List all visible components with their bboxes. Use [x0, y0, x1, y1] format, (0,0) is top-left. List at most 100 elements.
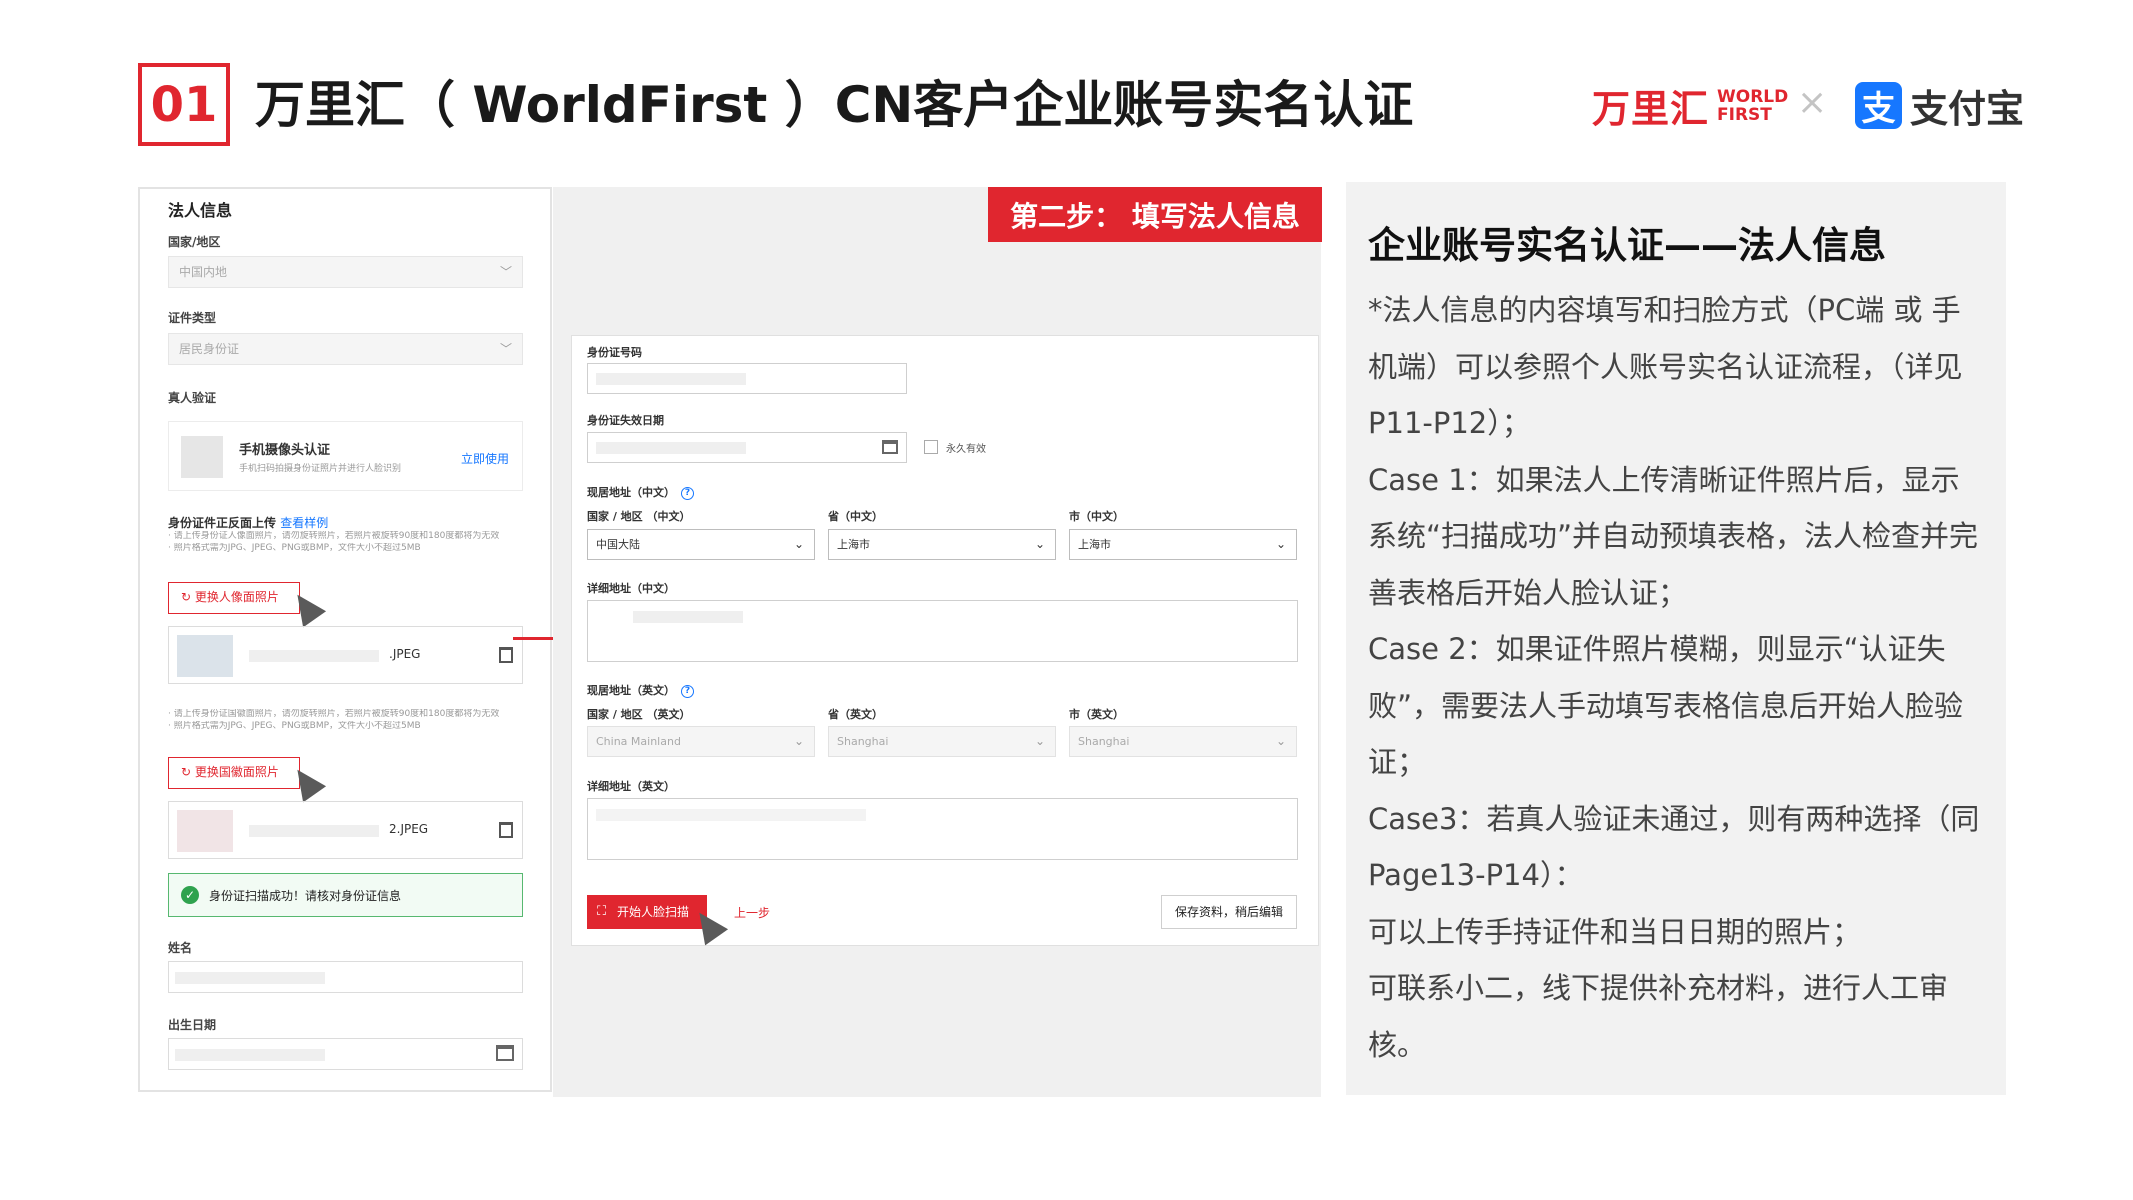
city-cn-select[interactable]: 上海市 ⌄: [1069, 529, 1297, 560]
chevron-down-icon: ⌄: [1275, 537, 1286, 551]
trash-icon[interactable]: [499, 647, 513, 663]
times-icon: ×: [1797, 82, 1828, 123]
dob-label: 出生日期: [168, 1018, 217, 1032]
emblem-file-name: 2.JPEG: [389, 822, 429, 836]
emblem-file-card: 2.JPEG: [168, 801, 523, 859]
country-en-value: China Mainland: [596, 735, 681, 748]
id-portrait-thumbnail: [177, 635, 233, 677]
chevron-down-icon: ﹀: [499, 265, 512, 279]
address-cn-label: 现居地址（中文）: [587, 486, 675, 499]
camera-thumbnail: [181, 436, 223, 478]
province-en-select[interactable]: Shanghai ⌄: [828, 726, 1056, 757]
start-face-scan-button[interactable]: ⛶ 开始人脸扫描: [587, 895, 707, 929]
id-expiry-label: 身份证失效日期: [587, 414, 664, 427]
upload-note-3: · 请上传身份证国徽面照片，请勿旋转照片，若照片被旋转90度和180度都将为无效: [168, 709, 500, 719]
worldfirst-logo-cn: 万里汇: [1592, 87, 1710, 131]
chevron-down-icon: ⌄: [1275, 734, 1286, 748]
worldfirst-logo-en-line2: FIRST: [1717, 104, 1772, 125]
permanent-checkbox[interactable]: [924, 440, 938, 454]
address-form-card: 身份证号码 身份证失效日期 永久有效 现居地址（中文）? 国家 / 地区 （中文…: [571, 335, 1319, 946]
explanation-paragraph: *法人信息的内容填写和扫脸方式（PC端 或 手机端）可以参照个人账号实名认证流程…: [1368, 293, 1963, 440]
view-example-link[interactable]: 查看样例: [280, 516, 328, 530]
country-en-label: 国家 / 地区 （英文）: [587, 708, 691, 721]
explanation-paragraph: 可以上传手持证件和当日日期的照片；: [1368, 914, 1862, 949]
id-emblem-thumbnail: [177, 810, 233, 852]
alipay-logo-text: 支付宝: [1910, 87, 2025, 131]
chevron-down-icon: ⌄: [793, 537, 804, 551]
upload-note-2: · 照片格式需为JPG、JPEG、PNG或BMP，文件大小不超过5MB: [168, 543, 421, 553]
upload-label: 身份证件正反面上传: [168, 516, 277, 530]
upload-note-1: · 请上传身份证人像面照片，请勿旋转照片，若照片被旋转90度和180度都将为无效: [168, 531, 500, 541]
redacted-filename: [249, 825, 379, 837]
explanation-title: 企业账号实名认证——法人信息: [1368, 224, 1886, 267]
redacted-value: [596, 809, 866, 821]
detail-cn-textarea[interactable]: [587, 600, 1298, 662]
camera-verify-card: 手机摄像头认证 手机扫码拍摄身份证照片并进行人脸识别 立即使用: [168, 421, 523, 491]
id-number-input[interactable]: [587, 363, 907, 394]
country-cn-select[interactable]: 中国大陆 ⌄: [587, 529, 815, 560]
upload-label-row: 身份证件正反面上传 查看样例: [168, 514, 328, 531]
redacted-value: [175, 1049, 325, 1061]
step-banner: 第二步： 填写法人信息: [988, 187, 1322, 242]
worldfirst-logo-en: WORLD FIRST: [1717, 88, 1788, 124]
id-type-select[interactable]: 居民身份证 ﹀: [168, 333, 523, 365]
explanation-body: *法人信息的内容填写和扫脸方式（PC端 或 手机端）可以参照个人账号实名认证流程…: [1368, 282, 1988, 1073]
address-cn-label-row: 现居地址（中文）?: [587, 484, 694, 500]
calendar-icon[interactable]: [882, 440, 898, 454]
id-number-label: 身份证号码: [587, 346, 642, 359]
start-face-scan-label: 开始人脸扫描: [617, 905, 690, 919]
replace-portrait-button[interactable]: ↻ 更换人像面照片: [168, 582, 300, 614]
id-expiry-input[interactable]: [587, 432, 907, 463]
name-input[interactable]: [168, 961, 523, 993]
help-icon[interactable]: ?: [681, 684, 694, 698]
scan-face-icon: ⛶: [597, 904, 607, 919]
explanation-paragraph: Case3：若真人验证未通过，则有两种选择（同Page13-P14）：: [1368, 801, 1980, 893]
legal-person-form-panel: 法人信息 国家/地区 中国内地 ﹀ 证件类型 居民身份证 ﹀ 真人验证 手机摄像…: [138, 187, 552, 1092]
dob-input[interactable]: [168, 1038, 523, 1070]
permanent-label: 永久有效: [946, 444, 986, 455]
city-en-select[interactable]: Shanghai ⌄: [1069, 726, 1297, 757]
country-select[interactable]: 中国内地 ﹀: [168, 256, 523, 288]
alipay-logo: 支 支付宝: [1855, 78, 2024, 133]
prev-step-link[interactable]: 上一步: [734, 904, 770, 921]
redacted-filename: [249, 650, 379, 662]
detail-cn-label: 详细地址（中文）: [587, 582, 675, 595]
country-select-value: 中国内地: [179, 265, 228, 279]
redacted-value: [596, 373, 746, 385]
chevron-down-icon: ⌄: [1034, 734, 1045, 748]
city-en-label: 市（英文）: [1069, 708, 1124, 721]
replace-emblem-button[interactable]: ↻ 更换国徽面照片: [168, 757, 300, 789]
country-cn-label: 国家 / 地区 （中文）: [587, 510, 691, 523]
portrait-file-name: .JPEG: [389, 647, 421, 661]
province-en-label: 省（英文）: [828, 708, 883, 721]
province-cn-value: 上海市: [837, 538, 870, 551]
trash-icon[interactable]: [499, 822, 513, 838]
province-en-value: Shanghai: [837, 735, 889, 748]
section-number: 01: [138, 63, 230, 146]
calendar-icon[interactable]: [496, 1045, 514, 1061]
save-later-button[interactable]: 保存资料，稍后编辑: [1161, 895, 1297, 929]
page-title: 万里汇（ WorldFirst ）CN客户企业账号实名认证: [255, 76, 1414, 134]
detail-en-textarea[interactable]: [587, 798, 1298, 860]
help-icon[interactable]: ?: [681, 486, 694, 500]
id-type-select-value: 居民身份证: [179, 342, 240, 356]
refresh-icon: ↻: [181, 590, 192, 604]
scan-success-text: 身份证扫描成功！请核对身份证信息: [209, 888, 402, 903]
explanation-paragraph: Case 2：如果证件照片模糊，则显示“认证失败”，需要法人手动填写表格信息后开…: [1368, 632, 1964, 779]
upload-note-4: · 照片格式需为JPG、JPEG、PNG或BMP，文件大小不超过5MB: [168, 721, 421, 731]
alipay-icon: 支: [1855, 82, 1902, 129]
use-now-link[interactable]: 立即使用: [461, 450, 509, 467]
verify-label: 真人验证: [168, 391, 217, 405]
country-label: 国家/地区: [168, 235, 221, 249]
province-cn-select[interactable]: 上海市 ⌄: [828, 529, 1056, 560]
redacted-value: [633, 611, 743, 623]
province-cn-label: 省（中文）: [828, 510, 883, 523]
camera-verify-title: 手机摄像头认证: [239, 443, 331, 458]
city-cn-value: 上海市: [1078, 538, 1111, 551]
camera-verify-desc: 手机扫码拍摄身份证照片并进行人脸识别: [239, 464, 402, 474]
id-type-label: 证件类型: [168, 311, 217, 325]
section-title: 法人信息: [168, 201, 233, 220]
city-en-value: Shanghai: [1078, 735, 1130, 748]
address-en-label-row: 现居地址（英文）?: [587, 682, 694, 698]
country-en-select[interactable]: China Mainland ⌄: [587, 726, 815, 757]
